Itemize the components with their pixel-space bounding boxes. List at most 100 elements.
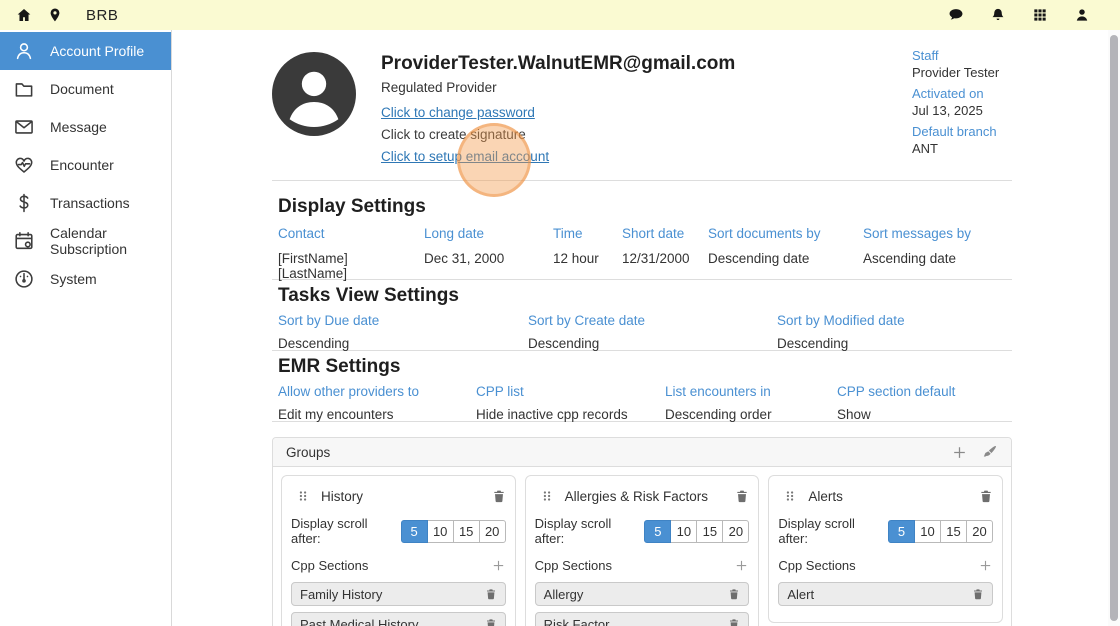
scroll-after-option-10[interactable]: 10 bbox=[670, 520, 697, 543]
scroll-after-segmented-control: 5101520 bbox=[644, 520, 749, 543]
scroll-after-option-5[interactable]: 5 bbox=[401, 520, 428, 543]
emr-settings-fields: Allow other providers toEdit my encounte… bbox=[278, 384, 1006, 422]
cpp-section-label: Family History bbox=[300, 587, 382, 602]
field-value: Hide inactive cpp records bbox=[476, 407, 657, 422]
meta-value: ANT bbox=[912, 141, 1012, 156]
setting-field: Sort by Due dateDescending bbox=[278, 313, 528, 351]
trash-icon[interactable] bbox=[492, 488, 506, 504]
envelope-icon bbox=[13, 116, 35, 138]
meta-label: Staff bbox=[912, 48, 1012, 63]
user-account-icon[interactable] bbox=[1074, 7, 1090, 23]
sidebar-item-transactions[interactable]: Transactions bbox=[0, 184, 171, 222]
sidebar-item-system[interactable]: System bbox=[0, 260, 171, 298]
profile-main: ProviderTester.WalnutEMR@gmail.com Regul… bbox=[381, 52, 912, 180]
location-pin-icon[interactable] bbox=[47, 7, 63, 23]
sidebar-item-label: Account Profile bbox=[50, 43, 144, 59]
field-label: Sort documents by bbox=[708, 226, 855, 241]
create-signature-link[interactable]: Click to create signature bbox=[381, 127, 526, 142]
add-cpp-section-icon[interactable] bbox=[734, 558, 749, 573]
sidebar-item-label: Message bbox=[50, 119, 107, 135]
setting-field: List encounters inDescending order bbox=[665, 384, 837, 422]
change-password-link[interactable]: Click to change password bbox=[381, 105, 535, 120]
setup-email-link[interactable]: Click to setup email account bbox=[381, 149, 549, 164]
notifications-bell-icon[interactable] bbox=[990, 7, 1006, 23]
field-label: Time bbox=[553, 226, 614, 241]
field-value: Dec 31, 2000 bbox=[424, 251, 545, 266]
cpp-section-item: Past Medical History bbox=[291, 612, 506, 626]
sidebar-item-encounter[interactable]: Encounter bbox=[0, 146, 171, 184]
topbar: BRB bbox=[0, 0, 1120, 30]
cpp-section-label: Alert bbox=[787, 587, 814, 602]
setting-field: Sort messages byAscending date bbox=[863, 226, 979, 281]
heartbeat-icon bbox=[13, 154, 35, 176]
scroll-after-option-5[interactable]: 5 bbox=[888, 520, 915, 543]
scroll-after-option-15[interactable]: 15 bbox=[453, 520, 480, 543]
group-card-title: Alerts bbox=[808, 489, 843, 504]
field-label: Long date bbox=[424, 226, 545, 241]
cpp-section-label: Past Medical History bbox=[300, 617, 418, 626]
scroll-after-option-20[interactable]: 20 bbox=[722, 520, 749, 543]
display-settings-title: Display Settings bbox=[278, 196, 1006, 218]
trash-icon[interactable] bbox=[485, 587, 497, 601]
add-cpp-section-icon[interactable] bbox=[491, 558, 506, 573]
group-card-title: History bbox=[321, 489, 363, 504]
scroll-after-label: Display scroll after: bbox=[535, 516, 640, 546]
dollar-icon bbox=[13, 192, 35, 214]
meta-value: Jul 13, 2025 bbox=[912, 103, 1012, 118]
scroll-after-option-15[interactable]: 15 bbox=[940, 520, 967, 543]
home-icon[interactable] bbox=[16, 7, 32, 23]
drag-handle-icon[interactable] bbox=[541, 489, 553, 503]
scrollbar-thumb[interactable] bbox=[1110, 35, 1118, 621]
cpp-section-item: Alert bbox=[778, 582, 993, 606]
folder-icon bbox=[13, 78, 35, 100]
meta-value: Provider Tester bbox=[912, 65, 1012, 80]
sidebar-item-message[interactable]: Message bbox=[0, 108, 171, 146]
add-cpp-section-icon[interactable] bbox=[978, 558, 993, 573]
sidebar-item-document[interactable]: Document bbox=[0, 70, 171, 108]
scroll-after-option-20[interactable]: 20 bbox=[966, 520, 993, 543]
scroll-after-segmented-control: 5101520 bbox=[401, 520, 506, 543]
topbar-right bbox=[948, 7, 1104, 23]
tasks-settings-section: Tasks View Settings Sort by Due dateDesc… bbox=[272, 280, 1012, 351]
scroll-after-option-20[interactable]: 20 bbox=[479, 520, 506, 543]
field-value: 12 hour bbox=[553, 251, 614, 266]
scroll-after-label: Display scroll after: bbox=[778, 516, 883, 546]
groups-cards: HistoryDisplay scroll after:5101520Cpp S… bbox=[273, 467, 1011, 626]
field-value: Descending date bbox=[708, 251, 855, 266]
field-label: List encounters in bbox=[665, 384, 829, 399]
trash-icon[interactable] bbox=[728, 617, 740, 626]
display-settings-fields: Contact[FirstName] [LastName]Long dateDe… bbox=[278, 226, 1006, 281]
sidebar-item-account-profile[interactable]: Account Profile bbox=[0, 32, 171, 70]
brush-icon[interactable] bbox=[981, 444, 998, 461]
drag-handle-icon[interactable] bbox=[784, 489, 796, 503]
field-label: Short date bbox=[622, 226, 700, 241]
add-group-icon[interactable] bbox=[951, 444, 968, 461]
trash-icon[interactable] bbox=[728, 587, 740, 601]
avatar bbox=[272, 52, 356, 136]
setting-field: Sort by Modified dateDescending bbox=[777, 313, 913, 351]
scrollbar-track[interactable] bbox=[1108, 30, 1120, 626]
field-label: CPP section default bbox=[837, 384, 955, 399]
drag-handle-icon[interactable] bbox=[297, 489, 309, 503]
trash-icon[interactable] bbox=[735, 488, 749, 504]
scroll-after-option-15[interactable]: 15 bbox=[696, 520, 723, 543]
messages-icon[interactable] bbox=[948, 7, 964, 23]
tasks-settings-fields: Sort by Due dateDescendingSort by Create… bbox=[278, 313, 1006, 351]
trash-icon[interactable] bbox=[485, 617, 497, 626]
field-value: Edit my encounters bbox=[278, 407, 468, 422]
setting-field: CPP section defaultShow bbox=[837, 384, 963, 422]
profile-email: ProviderTester.WalnutEMR@gmail.com bbox=[381, 53, 912, 75]
trash-icon[interactable] bbox=[972, 587, 984, 601]
cpp-section-item: Family History bbox=[291, 582, 506, 606]
scroll-after-option-10[interactable]: 10 bbox=[427, 520, 454, 543]
groups-title: Groups bbox=[286, 445, 330, 460]
sidebar-item-calendar-subscription[interactable]: Calendar Subscription bbox=[0, 222, 171, 260]
setting-field: Time 12 hour bbox=[553, 226, 622, 281]
scroll-after-option-5[interactable]: 5 bbox=[644, 520, 671, 543]
sidebar-item-label: Encounter bbox=[50, 157, 114, 173]
apps-grid-icon[interactable] bbox=[1032, 7, 1048, 23]
setting-field: Long date Dec 31, 2000 bbox=[424, 226, 553, 281]
trash-icon[interactable] bbox=[979, 488, 993, 504]
scroll-after-option-10[interactable]: 10 bbox=[914, 520, 941, 543]
field-label: CPP list bbox=[476, 384, 657, 399]
